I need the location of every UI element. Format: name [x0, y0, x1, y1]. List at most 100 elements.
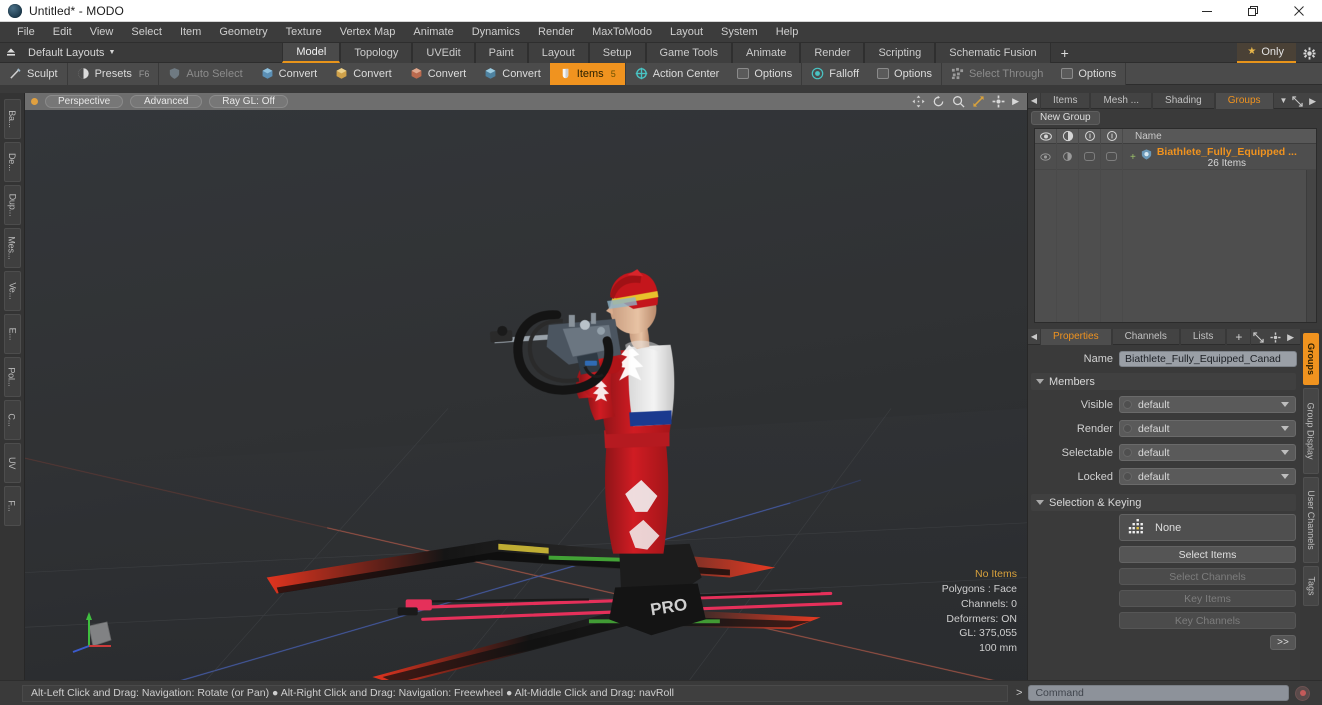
visible-dropdown[interactable]: default	[1119, 396, 1296, 413]
panel-tab-items[interactable]: Items	[1040, 92, 1091, 109]
items-mode-button[interactable]: Items 5	[549, 62, 625, 85]
vtab-groups[interactable]: Groups	[1303, 333, 1319, 385]
select-channels-button[interactable]: Select Channels	[1119, 568, 1296, 585]
left-tab-basic[interactable]: Ba...	[3, 99, 21, 139]
row-toggle-b[interactable]	[1101, 143, 1123, 170]
close-icon[interactable]	[1276, 0, 1322, 22]
row-content[interactable]: + Biathlete_Fully_Equipped ... 26 Items	[1123, 145, 1316, 169]
left-tab-vertex[interactable]: Ve...	[3, 271, 21, 311]
left-tab-edge[interactable]: E...	[3, 314, 21, 354]
chevron-left-icon[interactable]: ◀	[1028, 93, 1040, 109]
menu-animate[interactable]: Animate	[404, 22, 462, 43]
convert-polygon-button[interactable]: Convert	[401, 63, 476, 85]
key-channels-button[interactable]: Key Channels	[1119, 612, 1296, 629]
convert-edge-button[interactable]: Convert	[326, 63, 401, 85]
chevron-right-icon[interactable]: ▶	[1012, 96, 1019, 107]
selection-keying-section-header[interactable]: Selection & Keying	[1031, 494, 1296, 511]
tab-render[interactable]: Render	[800, 42, 865, 63]
menu-maxtomodo[interactable]: MaxToModo	[583, 22, 661, 43]
restore-icon[interactable]	[1230, 0, 1276, 22]
rotate-icon[interactable]	[932, 95, 945, 108]
only-toggle-button[interactable]: ★ Only	[1237, 43, 1296, 63]
left-tab-polygon[interactable]: Pol...	[3, 357, 21, 397]
add-tab-button[interactable]: +	[1051, 43, 1079, 63]
tab-uvedit[interactable]: UVEdit	[412, 42, 475, 63]
left-tab-mesh[interactable]: Mes...	[3, 228, 21, 268]
command-input[interactable]: Command	[1028, 685, 1289, 701]
tab-schematic-fusion[interactable]: Schematic Fusion	[935, 42, 1051, 63]
tab-layout[interactable]: Layout	[527, 42, 589, 63]
row-render-toggle[interactable]	[1057, 143, 1079, 170]
panel-tab-groups[interactable]: Groups	[1214, 92, 1274, 109]
upload-icon[interactable]	[0, 43, 22, 63]
left-tab-curve[interactable]: C...	[3, 400, 21, 440]
minimize-icon[interactable]	[1184, 0, 1230, 22]
panel-tab-shading[interactable]: Shading	[1152, 92, 1215, 109]
action-center-options-button[interactable]: Options	[728, 63, 801, 85]
gear-icon[interactable]	[992, 95, 1005, 108]
left-tab-deform[interactable]: De...	[3, 142, 21, 182]
more-options-button[interactable]: >>	[1270, 635, 1296, 650]
tab-lists[interactable]: Lists	[1179, 328, 1227, 345]
add-properties-tab[interactable]: +	[1226, 328, 1252, 345]
render-icon[interactable]	[1057, 128, 1079, 144]
tab-setup[interactable]: Setup	[588, 42, 646, 63]
tab-topology[interactable]: Topology	[340, 42, 413, 63]
chevron-down-icon[interactable]: ▼	[1274, 96, 1294, 105]
record-icon[interactable]	[1295, 685, 1310, 701]
chevron-left-icon[interactable]: ◀	[1028, 329, 1040, 345]
render-dropdown[interactable]: default	[1119, 420, 1296, 437]
auto-select-button[interactable]: Auto Select	[159, 63, 251, 85]
left-tab-duplicate[interactable]: Dup...	[3, 185, 21, 225]
row-visibility-toggle[interactable]	[1035, 143, 1057, 170]
expand-icon[interactable]	[1253, 331, 1264, 343]
groups-list-scrollbar[interactable]	[1306, 170, 1316, 322]
menu-dynamics[interactable]: Dynamics	[463, 22, 529, 43]
new-group-button[interactable]: New Group	[1031, 110, 1100, 125]
info-a-icon[interactable]	[1079, 128, 1101, 144]
fit-icon[interactable]	[972, 95, 985, 108]
sculpt-button[interactable]: Sculpt	[0, 63, 67, 85]
viewport-raygl-dropdown[interactable]: Ray GL: Off	[209, 95, 288, 108]
vtab-group-display[interactable]: Group Display	[1303, 388, 1319, 474]
viewport-shading-dropdown[interactable]: Advanced	[130, 95, 203, 108]
vtab-user-channels[interactable]: User Channels	[1303, 477, 1319, 563]
vtab-tags[interactable]: Tags	[1303, 566, 1319, 606]
tab-model[interactable]: Model	[282, 42, 341, 63]
falloff-button[interactable]: Falloff	[802, 63, 868, 85]
viewport-perspective-dropdown[interactable]: Perspective	[45, 95, 124, 108]
action-center-button[interactable]: Action Center	[626, 63, 729, 85]
select-through-options-button[interactable]: Options	[1052, 63, 1125, 85]
row-toggle-a[interactable]	[1079, 143, 1101, 170]
pan-icon[interactable]	[912, 95, 925, 108]
expand-icon[interactable]	[1292, 95, 1303, 107]
locked-dropdown[interactable]: default	[1119, 468, 1296, 485]
gear-icon[interactable]	[1296, 43, 1322, 63]
selectable-dropdown[interactable]: default	[1119, 444, 1296, 461]
name-input[interactable]: Biathlete_Fully_Equipped_Canad	[1119, 351, 1297, 367]
eye-icon[interactable]	[1035, 128, 1057, 144]
convert-material-button[interactable]: Convert	[475, 63, 550, 85]
tab-channels[interactable]: Channels	[1111, 328, 1180, 345]
menu-layout[interactable]: Layout	[661, 22, 712, 43]
select-items-button[interactable]: Select Items	[1119, 546, 1296, 563]
tab-properties[interactable]: Properties	[1040, 328, 1112, 345]
menu-render[interactable]: Render	[529, 22, 583, 43]
expand-row-icon[interactable]: +	[1130, 152, 1136, 163]
menu-item[interactable]: Item	[171, 22, 210, 43]
key-items-button[interactable]: Key Items	[1119, 590, 1296, 607]
falloff-options-button[interactable]: Options	[868, 63, 941, 85]
3d-viewport[interactable]: PRO No Items Polygons: Face Channels: 0…	[25, 110, 1027, 680]
select-through-button[interactable]: Select Through	[942, 63, 1052, 85]
convert-vertex-button[interactable]: Convert	[252, 63, 327, 85]
menu-texture[interactable]: Texture	[277, 22, 331, 43]
menu-select[interactable]: Select	[122, 22, 171, 43]
tab-game-tools[interactable]: Game Tools	[645, 42, 732, 63]
menu-view[interactable]: View	[81, 22, 123, 43]
menu-file[interactable]: File	[8, 22, 44, 43]
info-b-icon[interactable]	[1101, 128, 1123, 144]
presets-button[interactable]: Presets F6	[68, 63, 159, 85]
tab-scripting[interactable]: Scripting	[864, 42, 936, 63]
tab-animate[interactable]: Animate	[732, 42, 801, 63]
selection-set-field[interactable]: None	[1119, 514, 1296, 541]
